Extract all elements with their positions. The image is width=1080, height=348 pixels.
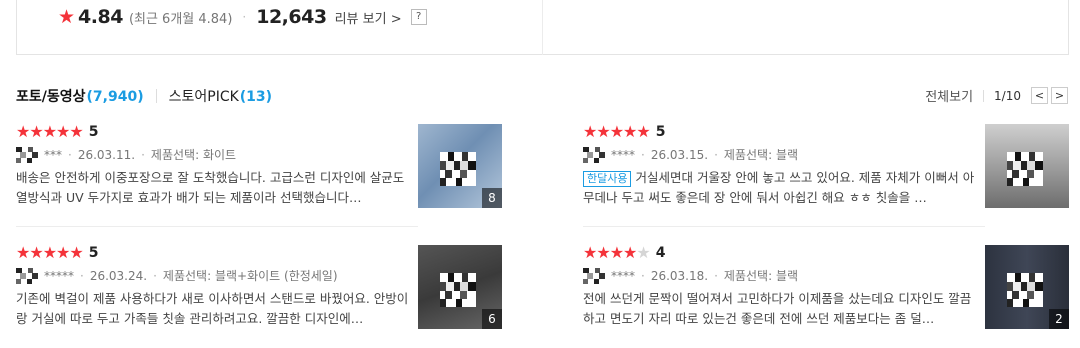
product-option: 제품선택: 블랙 bbox=[723, 148, 799, 162]
avatar bbox=[16, 267, 42, 284]
photo-count: 6 bbox=[482, 309, 502, 329]
prev-page-button[interactable]: < bbox=[1031, 87, 1048, 104]
avatar bbox=[583, 267, 609, 284]
review-photo[interactable] bbox=[985, 124, 1069, 208]
view-all-link[interactable]: 전체보기 bbox=[925, 86, 973, 105]
row-divider bbox=[583, 226, 985, 227]
reviewer-id: *** bbox=[44, 147, 62, 162]
review-rating: ★★★★★ 5 bbox=[583, 122, 666, 141]
reviewer-id: **** bbox=[611, 268, 635, 283]
rating-summary: ★ 4.84 (최근 6개월 4.84) · 12,643 리뷰 보기 > ? bbox=[58, 6, 427, 28]
reviewer-id: ***** bbox=[44, 268, 74, 283]
product-option: 제품선택: 블랙+화이트 (한정세일) bbox=[162, 269, 338, 283]
photo-count: 8 bbox=[482, 188, 502, 208]
review-date: 26.03.18. bbox=[650, 268, 709, 283]
photo-count: 2 bbox=[1049, 309, 1069, 329]
review-meta: **** · 26.03.18. · 제품선택: 블랙 bbox=[583, 267, 798, 284]
review-date: 26.03.11. bbox=[77, 147, 136, 162]
review-photo[interactable]: 8 bbox=[418, 124, 502, 208]
pager-divider bbox=[983, 89, 985, 102]
star-icon: ★ bbox=[58, 6, 76, 28]
usage-badge: 한달사용 bbox=[583, 171, 632, 187]
review-photo[interactable]: 6 bbox=[418, 245, 502, 329]
tab-store-pick[interactable]: 스토어PICK(13) bbox=[169, 86, 272, 106]
rating-stars: ★★★★★ bbox=[16, 243, 84, 262]
summary-divider bbox=[542, 0, 543, 55]
chevron-right-icon: > bbox=[390, 11, 402, 27]
reviewer-id: **** bbox=[611, 147, 635, 162]
help-button[interactable]: ? bbox=[410, 9, 427, 25]
separator-dot: · bbox=[242, 10, 247, 24]
row-divider bbox=[16, 226, 418, 227]
review-date: 26.03.15. bbox=[650, 147, 709, 162]
next-page-button[interactable]: > bbox=[1051, 87, 1068, 104]
review-text[interactable]: 전에 쓰던게 문짝이 떨어져서 고민하다가 이제품을 샀는데요 디자인도 깔끔하… bbox=[583, 289, 976, 329]
recent-score: (최근 6개월 4.84) bbox=[128, 11, 233, 27]
avatar bbox=[583, 146, 609, 163]
review-card[interactable]: ★★★★★ 4 **** · 26.03.18. · 제품선택: 블랙 전에 쓰… bbox=[583, 245, 1071, 345]
review-view-link[interactable]: 리뷰 보기 > bbox=[335, 8, 402, 27]
blurred-photo bbox=[440, 273, 476, 307]
review-meta: **** · 26.03.15. · 제품선택: 블랙 bbox=[583, 146, 798, 163]
review-meta: *** · 26.03.11. · 제품선택: 화이트 bbox=[16, 146, 236, 163]
review-count: 12,643 bbox=[256, 6, 327, 28]
tab-photo-video[interactable]: 포토/동영상(7,940) bbox=[16, 86, 144, 106]
review-tabs: 포토/동영상(7,940) 스토어PICK(13) bbox=[16, 86, 272, 106]
page-indicator: 1/10 bbox=[994, 88, 1021, 103]
tab-divider bbox=[155, 89, 157, 103]
pager: 전체보기 1/10 < > bbox=[925, 86, 1068, 105]
review-rating: ★★★★★ 4 bbox=[583, 243, 666, 262]
review-rating: ★★★★★ 5 bbox=[16, 122, 99, 141]
review-card[interactable]: ★★★★★ 5 **** · 26.03.15. · 제품선택: 블랙 한달사용… bbox=[583, 124, 1071, 224]
review-photo[interactable]: 2 bbox=[985, 245, 1069, 329]
review-date: 26.03.24. bbox=[89, 268, 148, 283]
rating-stars: ★★★★★ bbox=[16, 122, 84, 141]
blurred-photo bbox=[1007, 273, 1043, 307]
review-card[interactable]: ★★★★★ 5 ***** · 26.03.24. · 제품선택: 블랙+화이트… bbox=[16, 245, 504, 345]
blurred-photo bbox=[1007, 152, 1043, 186]
blurred-photo bbox=[440, 152, 476, 186]
review-text[interactable]: 기존에 벽걸이 제품 사용하다가 새로 이사하면서 스탠드로 바꿨어요. 안방이… bbox=[16, 289, 409, 329]
review-rating: ★★★★★ 5 bbox=[16, 243, 99, 262]
review-card[interactable]: ★★★★★ 5 *** · 26.03.11. · 제품선택: 화이트 배송은 … bbox=[16, 124, 504, 224]
review-text[interactable]: 배송은 안전하게 이중포장으로 잘 도착했습니다. 고급스런 디자인에 살균도 … bbox=[16, 168, 409, 208]
average-score: 4.84 bbox=[78, 6, 123, 28]
product-option: 제품선택: 블랙 bbox=[723, 269, 799, 283]
product-option: 제품선택: 화이트 bbox=[150, 148, 237, 162]
rating-stars: ★★★★★ bbox=[583, 243, 651, 262]
review-meta: ***** · 26.03.24. · 제품선택: 블랙+화이트 (한정세일) bbox=[16, 267, 338, 284]
review-text[interactable]: 한달사용 거실세면대 거울장 안에 놓고 쓰고 있어요. 제품 자체가 이뻐서 아… bbox=[583, 168, 976, 208]
rating-stars: ★★★★★ bbox=[583, 122, 651, 141]
avatar bbox=[16, 146, 42, 163]
